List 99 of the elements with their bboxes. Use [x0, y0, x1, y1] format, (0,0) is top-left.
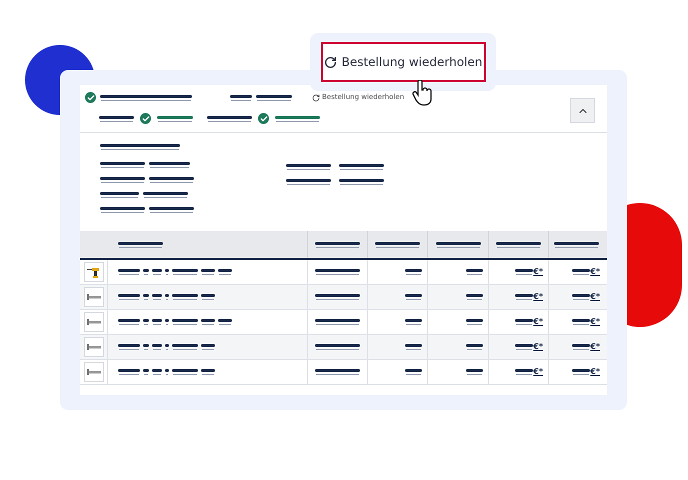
- text-placeholder: [201, 369, 215, 375]
- text-placeholder: [466, 319, 483, 325]
- text-placeholder: [466, 369, 483, 375]
- text-placeholder: [515, 344, 534, 350]
- reorder-button[interactable]: Bestellung wiederholen: [320, 42, 486, 82]
- text-placeholder: [165, 269, 169, 275]
- text-placeholder: [152, 344, 162, 350]
- text-placeholder: [165, 369, 169, 375]
- text-placeholder: [149, 162, 190, 168]
- text-placeholder: [172, 369, 198, 375]
- text-placeholder: [100, 192, 139, 198]
- currency-label: €*: [533, 268, 543, 276]
- text-placeholder: [165, 319, 169, 325]
- text-placeholder: [143, 344, 149, 350]
- text-placeholder: [405, 269, 422, 275]
- text-placeholder: [172, 319, 198, 325]
- text-placeholder: [149, 177, 194, 183]
- text-placeholder: [286, 164, 331, 170]
- text-placeholder: [405, 344, 422, 350]
- text-placeholder: [315, 242, 360, 248]
- currency-label: €*: [533, 368, 543, 376]
- text-placeholder: [515, 369, 534, 375]
- text-placeholder: [572, 344, 590, 350]
- text-placeholder: [572, 294, 590, 300]
- refresh-icon: [324, 56, 337, 68]
- text-placeholder: [143, 192, 188, 198]
- text-placeholder: [405, 369, 422, 375]
- text-placeholder: [218, 319, 232, 325]
- text-placeholder: [496, 242, 541, 248]
- text-placeholder: [157, 116, 193, 122]
- text-placeholder: [152, 269, 162, 275]
- text-placeholder: [201, 294, 215, 300]
- currency-label: €*: [590, 368, 600, 376]
- currency-label: €*: [590, 343, 600, 351]
- text-placeholder: [118, 294, 140, 300]
- currency-label: €*: [590, 318, 600, 326]
- text-placeholder: [100, 162, 145, 168]
- text-placeholder: [315, 369, 360, 375]
- currency-label: €*: [590, 268, 600, 276]
- text-placeholder: [275, 116, 320, 122]
- screw-icon: [86, 368, 100, 376]
- currency-label: €*: [590, 293, 600, 301]
- text-placeholder: [405, 319, 422, 325]
- text-placeholder: [218, 269, 232, 275]
- text-placeholder: [118, 369, 140, 375]
- text-placeholder: [100, 207, 145, 213]
- currency-label: €*: [533, 343, 543, 351]
- text-placeholder: [339, 164, 384, 170]
- text-placeholder: [436, 242, 480, 248]
- currency-label: €*: [533, 318, 543, 326]
- collapse-button[interactable]: [570, 98, 595, 123]
- text-placeholder: [201, 319, 215, 325]
- text-placeholder: [143, 319, 149, 325]
- text-placeholder: [100, 177, 145, 183]
- text-placeholder: [315, 319, 360, 325]
- text-placeholder: [165, 344, 169, 350]
- text-placeholder: [256, 94, 292, 100]
- text-placeholder: [230, 94, 252, 100]
- text-placeholder: [149, 207, 194, 213]
- text-placeholder: [572, 369, 590, 375]
- text-placeholder: [207, 116, 252, 122]
- screw-icon: [86, 293, 100, 301]
- text-placeholder: [339, 179, 384, 185]
- text-placeholder: [466, 269, 483, 275]
- text-placeholder: [515, 319, 534, 325]
- text-placeholder: [152, 319, 162, 325]
- text-placeholder: [315, 269, 360, 275]
- text-placeholder: [165, 294, 169, 300]
- text-placeholder: [143, 369, 149, 375]
- text-placeholder: [201, 344, 215, 350]
- text-placeholder: [118, 344, 140, 350]
- text-placeholder: [466, 344, 483, 350]
- text-placeholder: [118, 319, 140, 325]
- text-placeholder: [172, 344, 198, 350]
- text-placeholder: [286, 179, 331, 185]
- text-placeholder: [466, 294, 483, 300]
- screw-icon: [86, 318, 100, 326]
- text-placeholder: [118, 269, 140, 275]
- text-placeholder: [118, 242, 163, 248]
- text-placeholder: [152, 294, 162, 300]
- text-placeholder: [572, 269, 590, 275]
- text-placeholder: [515, 269, 534, 275]
- text-placeholder: [572, 319, 590, 325]
- text-placeholder: [172, 294, 198, 300]
- text-placeholder: [143, 294, 149, 300]
- text-placeholder: [405, 294, 422, 300]
- text-placeholder: [315, 344, 360, 350]
- text-placeholder: [554, 242, 598, 248]
- currency-label: €*: [533, 293, 543, 301]
- refresh-icon: [312, 94, 320, 102]
- text-placeholder: [201, 269, 215, 275]
- text-placeholder: [143, 269, 149, 275]
- text-placeholder: [99, 116, 134, 122]
- screw-icon: [86, 343, 100, 351]
- text-placeholder: [515, 294, 534, 300]
- text-placeholder: [315, 294, 360, 300]
- text-placeholder: [152, 369, 162, 375]
- text-placeholder: [375, 242, 420, 248]
- text-placeholder: [172, 269, 198, 275]
